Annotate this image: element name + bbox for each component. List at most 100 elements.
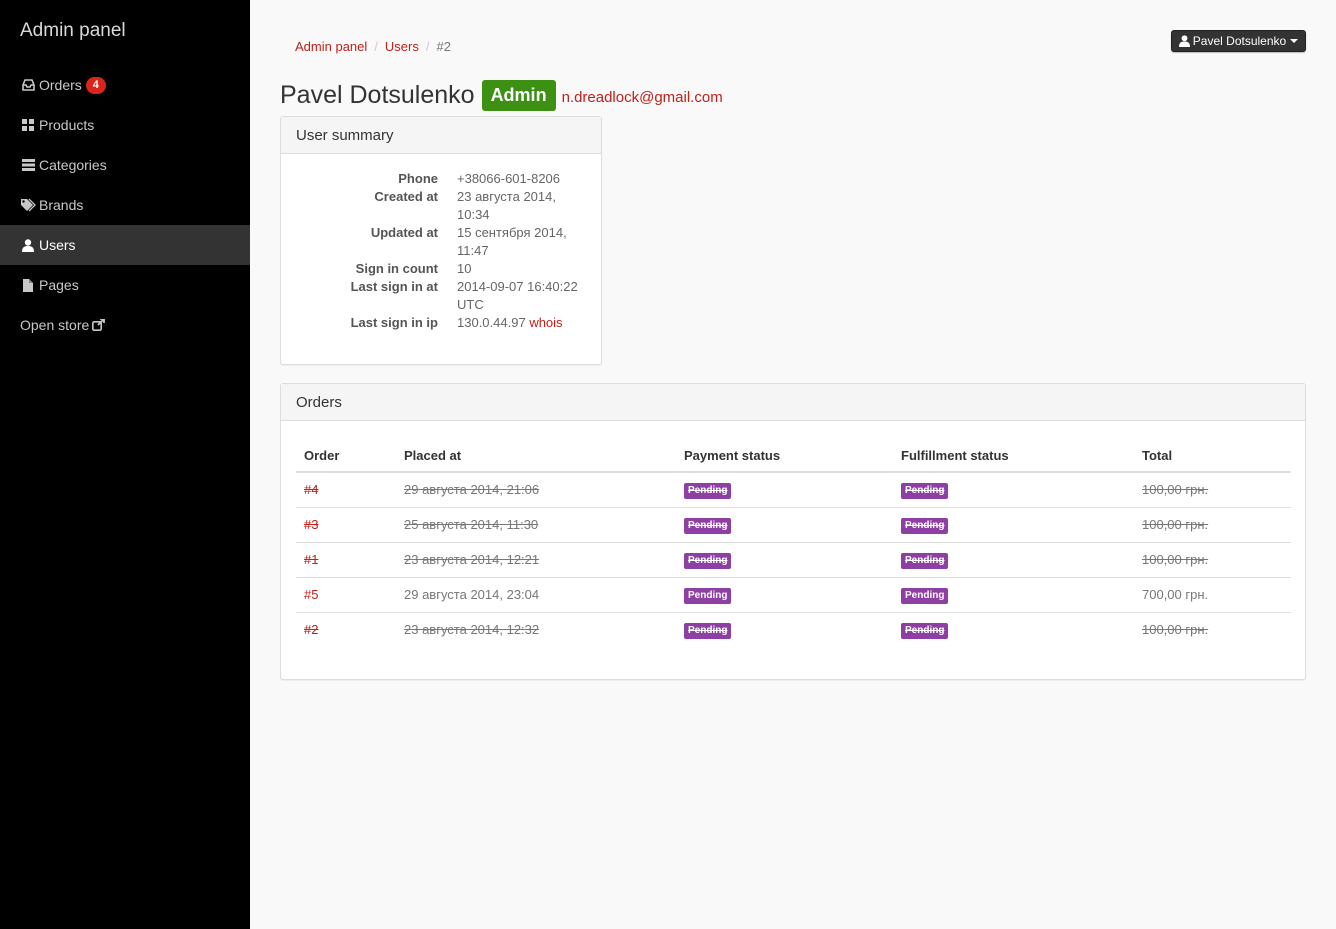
list-icon (20, 158, 36, 172)
sidebar-item-pages[interactable]: Pages (0, 265, 250, 305)
detail-label: Created at (374, 189, 438, 204)
detail-row: Sign in count 10 (281, 260, 601, 278)
payment-status-badge: Pending (684, 587, 732, 604)
tags-icon (20, 198, 36, 212)
detail-label: Last sign in ip (350, 315, 438, 330)
user-summary-panel: User summary Phone +38066-601-8206 Creat… (280, 116, 602, 365)
breadcrumb-separator: / (425, 39, 430, 54)
caret-down-icon (1290, 39, 1299, 43)
sidebar-item-label: Pages (39, 277, 79, 293)
breadcrumb-users[interactable]: Users (385, 39, 419, 54)
inbox-icon (20, 78, 36, 92)
total-cell: 100,00 грн. (1134, 611, 1291, 647)
user-menu-label: Pavel Dotsulenko (1192, 34, 1287, 48)
fulfillment-status-badge: Pending (901, 552, 949, 569)
sidebar-item-open-store[interactable]: Open store (0, 305, 250, 345)
orders-panel: Orders Order Placed at Payment status Fu… (280, 383, 1306, 680)
grid-icon (20, 118, 36, 132)
user-icon (1178, 35, 1190, 47)
detail-value: 15 сентября 2014, 11:47 (457, 225, 567, 258)
orders-count-badge: 4 (85, 76, 106, 94)
column-header: Total (1134, 439, 1291, 473)
fulfillment-status-badge: Pending (901, 482, 949, 499)
detail-label: Updated at (370, 225, 438, 240)
detail-value: 130.0.44.97 whois (457, 314, 587, 332)
ip-address: 130.0.44.97 (457, 315, 526, 330)
sidebar-item-label: Products (39, 117, 95, 133)
table-row: #4 29 августа 2014, 21:06 Pending Pendin… (296, 472, 1291, 507)
detail-row: Last sign in at 2014-09-07 16:40:22 UTC (281, 278, 601, 314)
user-name: Pavel Dotsulenko (280, 81, 475, 109)
payment-status-badge: Pending (684, 482, 732, 499)
user-menu-button[interactable]: Pavel Dotsulenko (1171, 30, 1306, 52)
detail-row: Phone +38066-601-8206 (281, 170, 601, 188)
table-row: #1 23 августа 2014, 12:21 Pending Pendin… (296, 541, 1291, 577)
sidebar-item-label: Orders (39, 77, 82, 93)
detail-row: Last sign in ip 130.0.44.97 whois (281, 314, 601, 332)
whois-link[interactable]: whois (529, 315, 562, 330)
detail-row: Updated at 15 сентября 2014, 11:47 (281, 224, 601, 260)
total-cell: 700,00 грн. (1134, 576, 1291, 612)
detail-value: 23 августа 2014, 10:34 (457, 189, 556, 222)
placed-at-cell: 29 августа 2014, 23:04 (396, 576, 676, 612)
order-link[interactable]: #4 (304, 482, 318, 497)
panel-title: Orders (281, 384, 1305, 421)
detail-row: Created at 23 августа 2014, 10:34 (281, 188, 601, 224)
table-header-row: Order Placed at Payment status Fulfillme… (296, 439, 1291, 473)
placed-at-cell: 25 августа 2014, 11:30 (396, 506, 676, 542)
total-cell: 100,00 грн. (1142, 482, 1209, 498)
payment-status-badge: Pending (684, 517, 732, 534)
placed-at-cell: 23 августа 2014, 12:32 (396, 611, 676, 647)
user-details: Phone +38066-601-8206 Created at 23 авгу… (281, 154, 601, 332)
total-cell: 100,00 грн. (1134, 506, 1291, 542)
external-link-icon (92, 319, 106, 331)
total-cell: 100,00 грн. (1134, 541, 1291, 577)
order-link[interactable]: #3 (304, 517, 318, 532)
placed-at-cell: 23 августа 2014, 12:21 (396, 541, 676, 577)
order-link[interactable]: #2 (304, 622, 318, 637)
detail-value: 2014-09-07 16:40:22 UTC (457, 279, 578, 312)
payment-status-badge: Pending (684, 552, 732, 569)
detail-label: Phone (398, 171, 438, 186)
user-icon (20, 238, 36, 252)
sidebar-item-label: Categories (39, 157, 107, 173)
breadcrumb: Admin panel / Users / #2 (295, 39, 451, 54)
table-row: #3 25 августа 2014, 11:30 Pending Pendin… (296, 506, 1291, 542)
sidebar: Admin panel Orders 4 Products Categories… (0, 0, 250, 929)
fulfillment-status-badge: Pending (901, 587, 949, 604)
panel-title: User summary (281, 117, 601, 154)
sidebar-item-products[interactable]: Products (0, 105, 250, 145)
column-header: Fulfillment status (893, 439, 1134, 473)
sidebar-item-brands[interactable]: Brands (0, 185, 250, 225)
main-content: Admin panel / Users / #2 Pavel Dotsulenk… (250, 0, 1336, 929)
detail-label: Last sign in at (350, 279, 438, 294)
fulfillment-status-badge: Pending (901, 517, 949, 534)
column-header: Order (296, 439, 396, 473)
sidebar-item-label: Brands (39, 197, 84, 213)
fulfillment-status-badge: Pending (901, 622, 949, 639)
column-header: Placed at (396, 439, 676, 473)
brand-link[interactable]: Admin panel (0, 0, 250, 65)
sidebar-item-label: Open store (20, 317, 90, 333)
user-email-link[interactable]: n.dreadlock@gmail.com (562, 89, 723, 106)
placed-at-cell: 29 августа 2014, 21:06 (404, 482, 540, 498)
table-row: #2 23 августа 2014, 12:32 Pending Pendin… (296, 611, 1291, 647)
detail-label: Sign in count (355, 261, 438, 276)
breadcrumb-current: #2 (436, 39, 451, 54)
detail-value: +38066-601-8206 (457, 171, 561, 186)
sidebar-item-orders[interactable]: Orders 4 (0, 65, 250, 105)
breadcrumb-admin-panel[interactable]: Admin panel (295, 39, 367, 54)
sidebar-item-label: Users (39, 237, 76, 253)
sidebar-item-categories[interactable]: Categories (0, 145, 250, 185)
column-header: Payment status (676, 439, 893, 473)
payment-status-badge: Pending (684, 622, 732, 639)
page-title: Pavel Dotsulenko Admin n.dreadlock@gmail… (280, 80, 723, 111)
detail-value: 10 (457, 261, 472, 276)
table-row: #5 29 августа 2014, 23:04 Pending Pendin… (296, 576, 1291, 612)
sidebar-item-users[interactable]: Users (0, 225, 250, 265)
role-badge: Admin (481, 80, 556, 111)
order-link[interactable]: #5 (304, 587, 318, 602)
file-icon (20, 278, 36, 292)
order-link[interactable]: #1 (304, 552, 318, 567)
orders-table: Order Placed at Payment status Fulfillme… (296, 439, 1291, 647)
